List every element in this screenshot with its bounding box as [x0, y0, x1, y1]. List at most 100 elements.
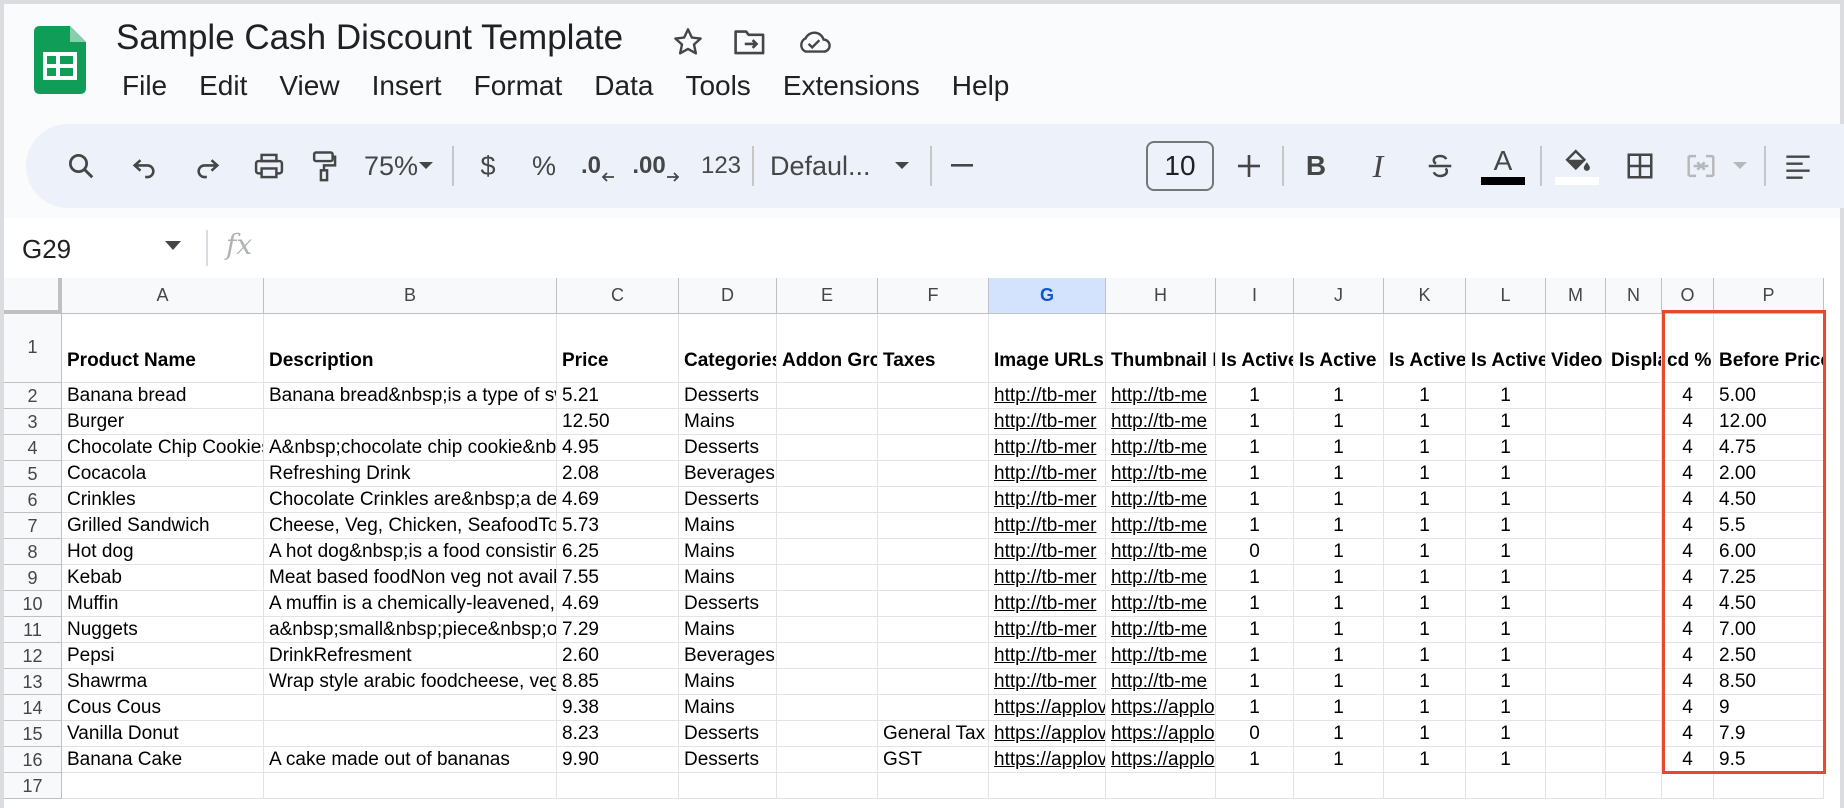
cell-i13[interactable]: 1 [1216, 669, 1294, 695]
cell-j14[interactable]: 1 [1294, 695, 1384, 721]
cell-m4[interactable] [1546, 435, 1606, 461]
cell-a16[interactable]: Banana Cake [62, 747, 264, 773]
cell-o3[interactable]: 4 [1662, 409, 1714, 435]
cell-m13[interactable] [1546, 669, 1606, 695]
row-header-1[interactable]: 1 [4, 314, 62, 383]
paint-format-icon[interactable] [302, 140, 346, 192]
sheets-logo-icon[interactable] [34, 26, 86, 94]
cell-p16[interactable]: 9.5 [1714, 747, 1824, 773]
cell-h2[interactable]: http://tb-me [1106, 383, 1216, 409]
cell-k7[interactable]: 1 [1384, 513, 1466, 539]
cell-f4[interactable] [878, 435, 989, 461]
cell-a11[interactable]: Nuggets [62, 617, 264, 643]
cell-j3[interactable]: 1 [1294, 409, 1384, 435]
cell-d15[interactable]: Desserts [679, 721, 777, 747]
decrease-font-size-icon[interactable] [940, 140, 984, 192]
cell-k10[interactable]: 1 [1384, 591, 1466, 617]
cell-n14[interactable] [1606, 695, 1662, 721]
row-header-10[interactable]: 10 [4, 591, 62, 617]
cell-p10[interactable]: 4.50 [1714, 591, 1824, 617]
cell-m11[interactable] [1546, 617, 1606, 643]
cell-o12[interactable]: 4 [1662, 643, 1714, 669]
cell-l15[interactable]: 1 [1466, 721, 1546, 747]
font-dropdown-icon[interactable] [884, 140, 920, 192]
format-currency-button[interactable]: $ [466, 140, 510, 192]
cell-e2[interactable] [777, 383, 878, 409]
cell-n17[interactable] [1606, 773, 1662, 799]
cell-a15[interactable]: Vanilla Donut [62, 721, 264, 747]
header-cell-m[interactable]: Video U [1546, 314, 1606, 383]
cell-a3[interactable]: Burger [62, 409, 264, 435]
cell-d2[interactable]: Desserts [679, 383, 777, 409]
cell-g5[interactable]: http://tb-mer [989, 461, 1106, 487]
cell-l13[interactable]: 1 [1466, 669, 1546, 695]
cell-e13[interactable] [777, 669, 878, 695]
cell-b11[interactable]: a&nbsp;small&nbsp;piece&nbsp;of [264, 617, 557, 643]
header-cell-h[interactable]: Thumbnail Im [1106, 314, 1216, 383]
cell-f7[interactable] [878, 513, 989, 539]
cell-c16[interactable]: 9.90 [557, 747, 679, 773]
cell-j11[interactable]: 1 [1294, 617, 1384, 643]
cell-a12[interactable]: Pepsi [62, 643, 264, 669]
cell-l16[interactable]: 1 [1466, 747, 1546, 773]
name-box[interactable]: G29 [22, 234, 71, 265]
column-header-d[interactable]: D [679, 278, 777, 314]
cell-o5[interactable]: 4 [1662, 461, 1714, 487]
cell-h16[interactable]: https://applo [1106, 747, 1216, 773]
cell-f15[interactable]: General Tax [878, 721, 989, 747]
cell-n4[interactable] [1606, 435, 1662, 461]
cell-d17[interactable] [679, 773, 777, 799]
row-header-15[interactable]: 15 [4, 721, 62, 747]
column-header-m[interactable]: M [1546, 278, 1606, 314]
cell-g8[interactable]: http://tb-mer [989, 539, 1106, 565]
zoom-dropdown-icon[interactable] [408, 140, 444, 192]
cell-e17[interactable] [777, 773, 878, 799]
cell-n7[interactable] [1606, 513, 1662, 539]
name-box-dropdown-icon[interactable] [164, 240, 182, 252]
cell-o7[interactable]: 4 [1662, 513, 1714, 539]
cell-f6[interactable] [878, 487, 989, 513]
column-header-i[interactable]: I [1216, 278, 1294, 314]
cell-l17[interactable] [1466, 773, 1546, 799]
cell-l6[interactable]: 1 [1466, 487, 1546, 513]
cell-p14[interactable]: 9 [1714, 695, 1824, 721]
row-header-3[interactable]: 3 [4, 409, 62, 435]
cell-f8[interactable] [878, 539, 989, 565]
cell-b5[interactable]: Refreshing Drink [264, 461, 557, 487]
cell-k8[interactable]: 1 [1384, 539, 1466, 565]
cell-g9[interactable]: http://tb-mer [989, 565, 1106, 591]
cell-g13[interactable]: http://tb-mer [989, 669, 1106, 695]
row-header-9[interactable]: 9 [4, 565, 62, 591]
cell-l4[interactable]: 1 [1466, 435, 1546, 461]
cell-c11[interactable]: 7.29 [557, 617, 679, 643]
cell-e5[interactable] [777, 461, 878, 487]
cell-f5[interactable] [878, 461, 989, 487]
cell-n11[interactable] [1606, 617, 1662, 643]
cell-i5[interactable]: 1 [1216, 461, 1294, 487]
cell-d3[interactable]: Mains [679, 409, 777, 435]
cell-i7[interactable]: 1 [1216, 513, 1294, 539]
menu-view[interactable]: View [263, 66, 355, 106]
cell-d12[interactable]: Beverages [679, 643, 777, 669]
cell-k9[interactable]: 1 [1384, 565, 1466, 591]
cell-f3[interactable] [878, 409, 989, 435]
cell-j15[interactable]: 1 [1294, 721, 1384, 747]
cell-d14[interactable]: Mains [679, 695, 777, 721]
cell-c3[interactable]: 12.50 [557, 409, 679, 435]
cell-m14[interactable] [1546, 695, 1606, 721]
cell-i17[interactable] [1216, 773, 1294, 799]
cell-j9[interactable]: 1 [1294, 565, 1384, 591]
cell-d5[interactable]: Beverages [679, 461, 777, 487]
row-header-2[interactable]: 2 [4, 383, 62, 409]
italic-button[interactable]: I [1354, 140, 1402, 192]
cell-h11[interactable]: http://tb-me [1106, 617, 1216, 643]
cell-h3[interactable]: http://tb-me [1106, 409, 1216, 435]
cell-p3[interactable]: 12.00 [1714, 409, 1824, 435]
cell-c5[interactable]: 2.08 [557, 461, 679, 487]
cell-c14[interactable]: 9.38 [557, 695, 679, 721]
cell-d8[interactable]: Mains [679, 539, 777, 565]
cell-a9[interactable]: Kebab [62, 565, 264, 591]
cell-b12[interactable]: DrinkRefresment [264, 643, 557, 669]
header-cell-i[interactable]: Is Active [1216, 314, 1294, 383]
cell-i15[interactable]: 0 [1216, 721, 1294, 747]
